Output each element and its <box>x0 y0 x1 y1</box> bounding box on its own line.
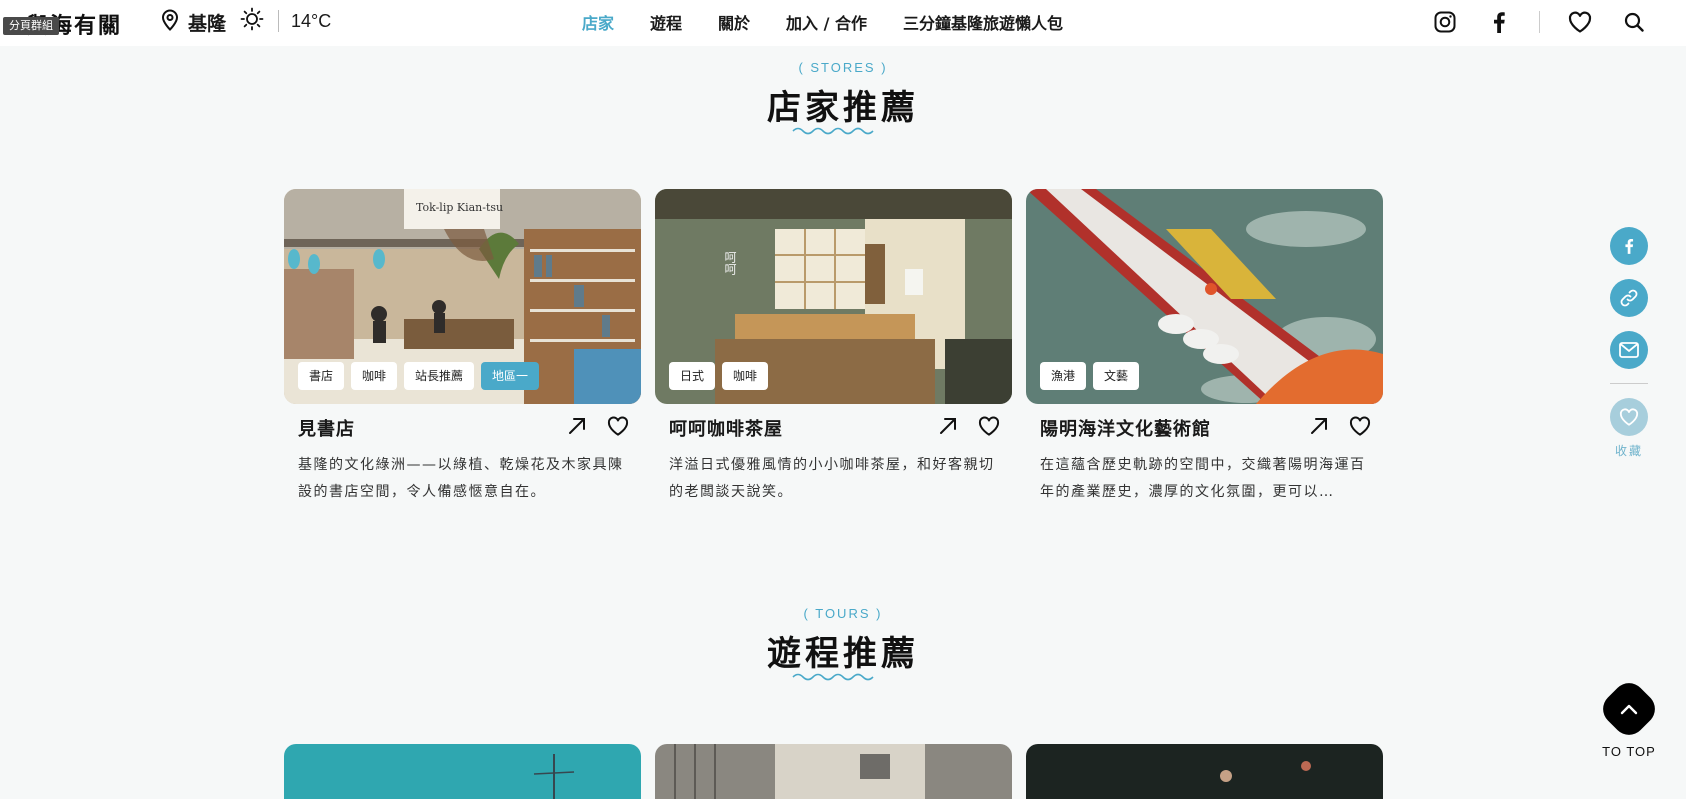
store-card[interactable]: Tok-lip Kian-tsu 書店 咖啡 站長推薦 地區一 見書店 基隆的文… <box>284 189 641 506</box>
location-indicator[interactable]: 基隆 <box>160 8 227 36</box>
share-facebook-button[interactable] <box>1610 227 1648 265</box>
favorite-button[interactable] <box>1610 398 1648 436</box>
harbor-photo <box>284 744 641 799</box>
store-card-actions <box>938 416 1000 440</box>
search-icon[interactable] <box>1620 8 1648 36</box>
tag-fishing-port[interactable]: 漁港 <box>1040 362 1087 390</box>
tea-house-sign: 呵呵 <box>723 251 737 275</box>
site-header: 與海有關 分頁群組 基隆 14°C 店家 遊程 關於 加入 / 合作 三分鐘基隆… <box>0 0 1686 46</box>
tour-card-image[interactable] <box>655 744 1012 799</box>
arrow-up-right-icon[interactable] <box>567 416 587 440</box>
sun-icon <box>240 7 264 35</box>
heart-icon[interactable] <box>607 416 629 440</box>
header-divider <box>278 10 279 32</box>
arrow-up-right-icon[interactable] <box>938 416 958 440</box>
nav-item-tours[interactable]: 遊程 <box>632 10 700 34</box>
nav-item-guide[interactable]: 三分鐘基隆旅遊懶人包 <box>885 10 1081 34</box>
nav-item-about[interactable]: 關於 <box>700 10 768 34</box>
mail-icon <box>1619 342 1639 358</box>
tag-region[interactable]: 地區一 <box>481 362 540 390</box>
store-card-image[interactable]: 呵呵 日式 咖啡 <box>655 189 1012 404</box>
to-top-control: TO TOP <box>1596 676 1662 759</box>
favorite-label: 收藏 <box>1614 444 1643 458</box>
tag-arts[interactable]: 文藝 <box>1093 362 1140 390</box>
share-divider <box>1610 383 1648 384</box>
share-email-button[interactable] <box>1610 331 1648 369</box>
store-card-actions <box>567 416 629 440</box>
tag-coffee[interactable]: 咖啡 <box>351 362 398 390</box>
night-market-photo <box>1026 744 1383 799</box>
tour-card-image[interactable] <box>284 744 641 799</box>
store-card-header: 見書店 <box>284 415 641 441</box>
stores-section-title: 店家推薦 <box>767 88 919 128</box>
header-icon-group <box>1431 8 1686 36</box>
store-card-header: 呵呵咖啡茶屋 <box>655 415 1012 441</box>
nav-item-join[interactable]: 加入 / 合作 <box>768 10 885 34</box>
map-pin-icon <box>160 8 180 36</box>
heart-icon <box>1619 408 1639 426</box>
store-card-image[interactable]: Tok-lip Kian-tsu 書店 咖啡 站長推薦 地區一 <box>284 189 641 404</box>
heart-icon[interactable] <box>978 416 1000 440</box>
tag-list: 書店 咖啡 站長推薦 地區一 <box>298 362 540 390</box>
tag-coffee[interactable]: 咖啡 <box>722 362 769 390</box>
heart-icon[interactable] <box>1566 8 1594 36</box>
store-card-description: 基隆的文化綠洲——以綠植、乾燥花及木家具陳設的書店空間，令人備感愜意自在。 <box>298 457 624 500</box>
location-label: 基隆 <box>188 12 227 35</box>
tag-list: 日式 咖啡 <box>669 362 769 390</box>
stores-section-label: ( STORES ) <box>798 60 888 75</box>
to-top-label: TO TOP <box>1602 744 1656 759</box>
store-sign-text: Tok-lip Kian-tsu <box>416 201 503 214</box>
heart-icon[interactable] <box>1349 416 1371 440</box>
wave-divider-icon <box>792 127 874 135</box>
store-card-image[interactable]: 漁港 文藝 <box>1026 189 1383 404</box>
header-icon-divider <box>1539 11 1540 33</box>
weather-widget: 14°C <box>240 7 332 35</box>
arrow-up-right-icon[interactable] <box>1309 416 1329 440</box>
tag-bookstore[interactable]: 書店 <box>298 362 345 390</box>
tag-list: 漁港 文藝 <box>1040 362 1140 390</box>
tab-group-badge: 分頁群組 <box>3 17 59 35</box>
store-card-title[interactable]: 呵呵咖啡茶屋 <box>669 415 783 441</box>
tours-section-label: ( TOURS ) <box>803 606 883 621</box>
store-card-actions <box>1309 416 1371 440</box>
copy-link-button[interactable] <box>1610 279 1648 317</box>
chevron-up-icon <box>1620 704 1638 715</box>
main-nav: 店家 遊程 關於 加入 / 合作 三分鐘基隆旅遊懶人包 <box>582 10 1081 34</box>
tour-card-image[interactable] <box>1026 744 1383 799</box>
tag-recommended[interactable]: 站長推薦 <box>404 362 475 390</box>
store-card-description: 洋溢日式優雅風情的小小咖啡茶屋，和好客親切的老闆談天說笑。 <box>669 457 995 500</box>
nav-item-stores[interactable]: 店家 <box>582 10 632 34</box>
facebook-icon <box>1625 239 1634 254</box>
store-card[interactable]: 呵呵 日式 咖啡 呵呵咖啡茶屋 洋溢日式優雅風情的小小咖啡茶屋，和好客親切的老闆… <box>655 189 1012 506</box>
share-sidebar: 收藏 <box>1610 227 1648 459</box>
temperature-readout: 14°C <box>291 10 332 31</box>
tours-section-title: 遊程推薦 <box>767 634 919 674</box>
store-card[interactable]: 漁港 文藝 陽明海洋文化藝術館 在這蘊含歷史軌跡的空間中，交織著陽明海運百年的產… <box>1026 189 1383 506</box>
store-card-title[interactable]: 陽明海洋文化藝術館 <box>1040 415 1211 441</box>
store-card-title[interactable]: 見書店 <box>298 415 355 441</box>
wave-divider-icon <box>792 673 874 681</box>
store-card-header: 陽明海洋文化藝術館 <box>1026 415 1383 441</box>
instagram-icon[interactable] <box>1431 8 1459 36</box>
tag-japanese[interactable]: 日式 <box>669 362 716 390</box>
street-photo <box>655 744 1012 799</box>
facebook-icon[interactable] <box>1485 8 1513 36</box>
store-card-description: 在這蘊含歷史軌跡的空間中，交織著陽明海運百年的產業歷史，濃厚的文化氛圍，更可以… <box>1040 457 1366 500</box>
to-top-button[interactable] <box>1596 676 1662 742</box>
link-icon <box>1620 289 1638 307</box>
